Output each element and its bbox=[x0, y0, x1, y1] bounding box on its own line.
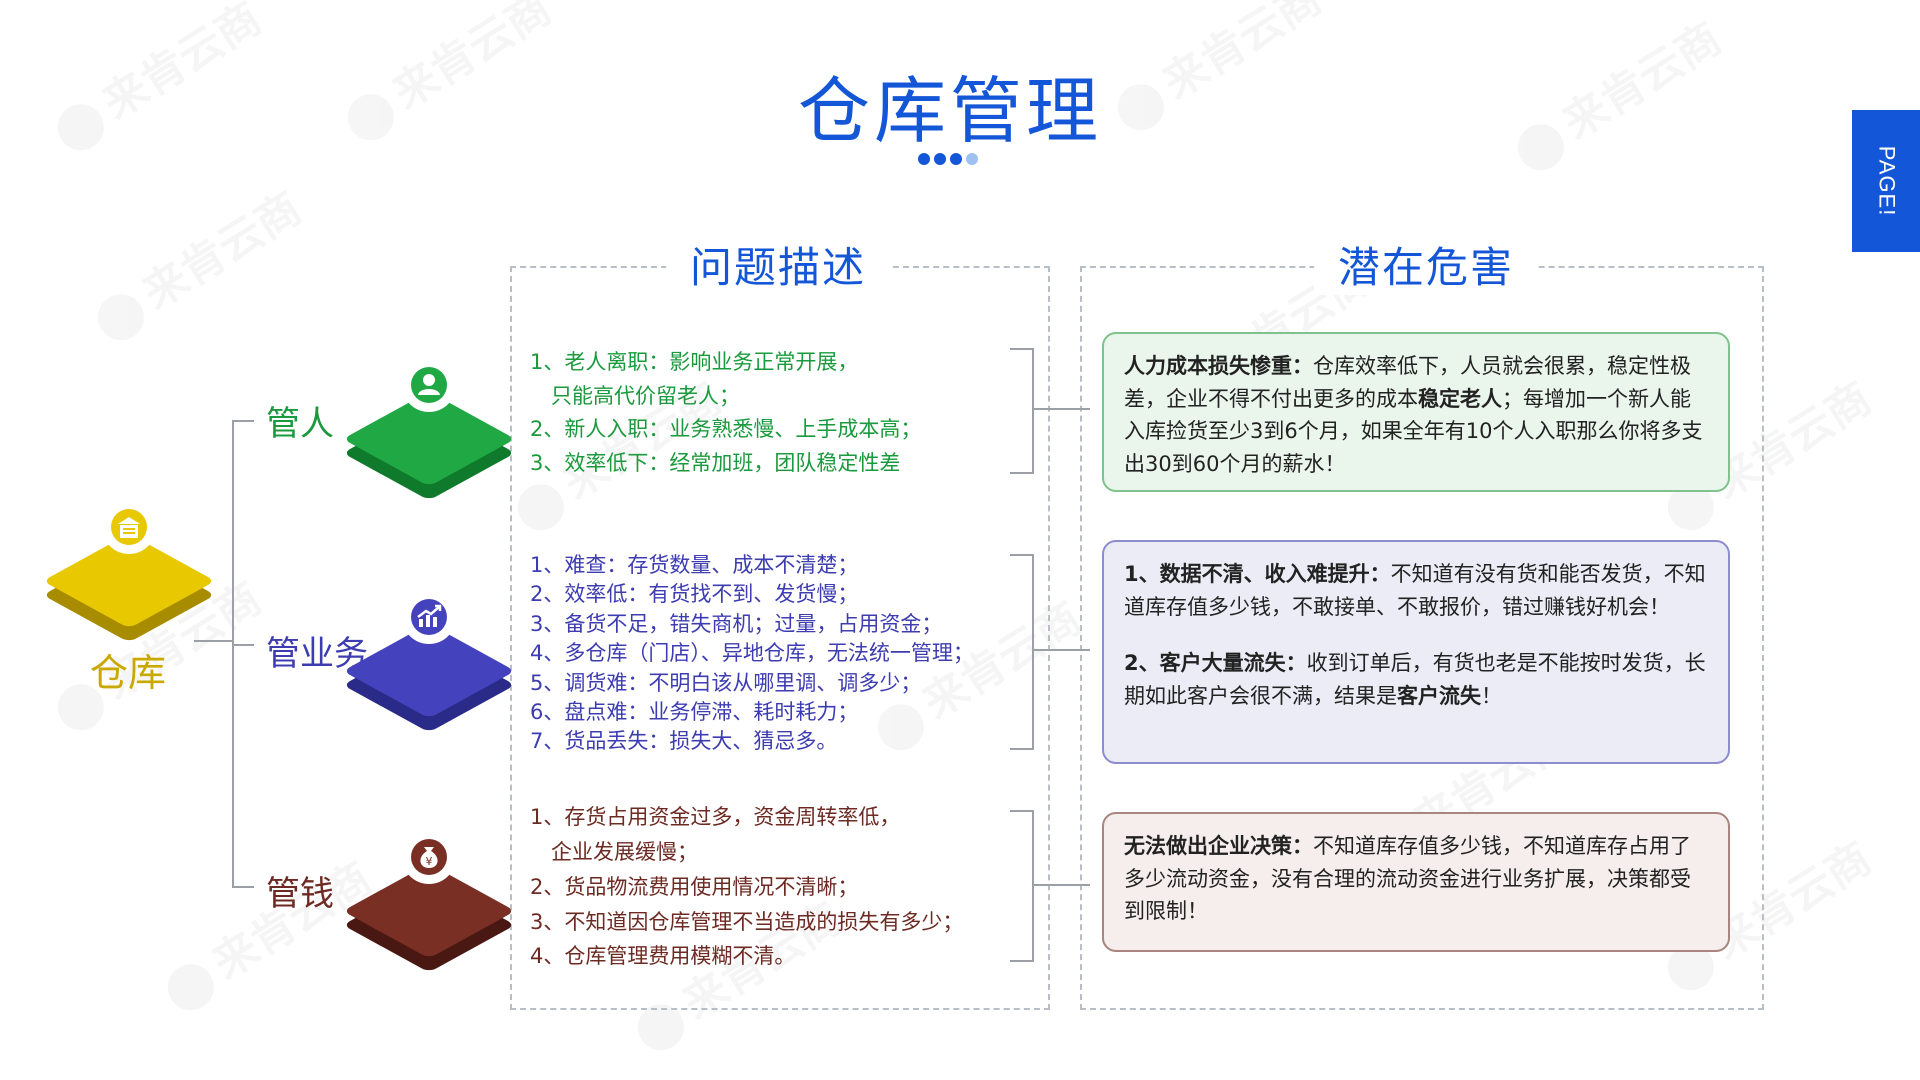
list-item: 3、不知道因仓库管理不当造成的损失有多少； bbox=[530, 909, 964, 934]
money-problem-list: 1、存货占用资金过多，资金周转率低， 企业发展缓慢； 2、货品物流费用使用情况不… bbox=[530, 800, 963, 974]
list-item: 1、难查：存货数量、成本不清楚； bbox=[530, 553, 859, 577]
list-item: 1、存货占用资金过多，资金周转率低， bbox=[530, 805, 901, 829]
list-item: 4、多仓库（门店）、异地仓库，无法统一管理； bbox=[530, 641, 974, 666]
list-item: 企业发展缓慢； bbox=[530, 839, 698, 864]
money-bag-icon: ¥ bbox=[402, 830, 456, 884]
person-icon bbox=[402, 358, 456, 412]
problem-panel-title: 问题描述 bbox=[666, 234, 891, 295]
list-item: 5、调货难：不明白该从哪里调、调多少； bbox=[530, 670, 922, 695]
risk-box-money: 无法做出企业决策：不知道库存值多少钱，不知道库存占用了多少流动资金，没有合理的流… bbox=[1102, 812, 1730, 952]
risk-panel-title: 潜在危害 bbox=[1314, 234, 1539, 295]
tree-trunk bbox=[232, 420, 234, 888]
bracket bbox=[1010, 810, 1034, 962]
list-item: 1、老人离职：影响业务正常开展， bbox=[530, 350, 859, 374]
tree-branch bbox=[232, 420, 254, 422]
list-item: 7、货品丢失：损失大、猜忌多。 bbox=[530, 729, 838, 754]
list-item: 6、盘点难：业务停滞、耗时耗力； bbox=[530, 699, 859, 724]
business-node bbox=[342, 590, 516, 733]
people-node bbox=[342, 358, 516, 501]
list-item: 只能高代价留老人； bbox=[530, 383, 740, 408]
money-node: ¥ bbox=[342, 830, 516, 973]
list-item: 2、货品物流费用使用情况不清晰； bbox=[530, 874, 859, 899]
warehouse-node bbox=[42, 500, 216, 643]
warehouse-icon bbox=[102, 500, 156, 554]
growth-chart-icon bbox=[402, 590, 456, 644]
root-label: 仓库 bbox=[90, 651, 167, 695]
bracket bbox=[1010, 348, 1034, 474]
list-item: 2、新人入职：业务熟悉慢、上手成本高； bbox=[530, 417, 922, 442]
page-tab[interactable]: PAGE! bbox=[1852, 110, 1920, 252]
connector bbox=[1032, 884, 1090, 886]
risk-heading: 人力成本损失惨重： bbox=[1124, 354, 1313, 378]
list-item: 2、效率低：有货找不到、发货慢； bbox=[530, 582, 859, 607]
page-tab-label: PAGE! bbox=[1874, 145, 1899, 217]
category-label-people: 管人 bbox=[266, 404, 334, 444]
risk-heading: 1、数据不清、收入难提升： bbox=[1124, 562, 1391, 586]
connector bbox=[1032, 408, 1090, 410]
risk-heading: 2、客户大量流失： bbox=[1124, 651, 1307, 676]
category-label-money: 管钱 bbox=[266, 874, 334, 914]
risk-emphasis: 客户流失 bbox=[1397, 683, 1481, 708]
tree-branch bbox=[232, 886, 254, 888]
connector bbox=[1032, 649, 1090, 651]
risk-box-people: 人力成本损失惨重：仓库效率低下，人员就会很累，稳定性极差，企业不得不付出更多的成… bbox=[1102, 332, 1730, 492]
risk-heading: 无法做出企业决策： bbox=[1124, 834, 1313, 858]
svg-text:¥: ¥ bbox=[426, 855, 433, 868]
bracket bbox=[1010, 554, 1034, 750]
tree-branch bbox=[232, 644, 254, 646]
risk-text: ！ bbox=[1481, 683, 1502, 708]
business-problem-list: 1、难查：存货数量、成本不清楚； 2、效率低：有货找不到、发货慢； 3、备货不足… bbox=[530, 551, 974, 757]
page-title: 仓库管理 bbox=[797, 69, 1102, 153]
watermark: 来肯云商 bbox=[81, 173, 312, 350]
list-item: 3、效率低下：经常加班，团队稳定性差 bbox=[530, 450, 901, 475]
tree-root-connector bbox=[194, 640, 232, 642]
risk-box-business: 1、数据不清、收入难提升：不知道有没有货和能否发货，不知道库存值多少钱，不敢接单… bbox=[1102, 540, 1730, 764]
people-problem-list: 1、老人离职：影响业务正常开展， 只能高代价留老人； 2、新人入职：业务熟悉慢、… bbox=[530, 346, 921, 480]
title-dots bbox=[918, 150, 982, 169]
list-item: 4、仓库管理费用模糊不清。 bbox=[530, 944, 796, 969]
risk-emphasis: 稳定老人 bbox=[1418, 386, 1502, 411]
list-item: 3、备货不足，错失商机；过量，占用资金； bbox=[530, 611, 943, 636]
